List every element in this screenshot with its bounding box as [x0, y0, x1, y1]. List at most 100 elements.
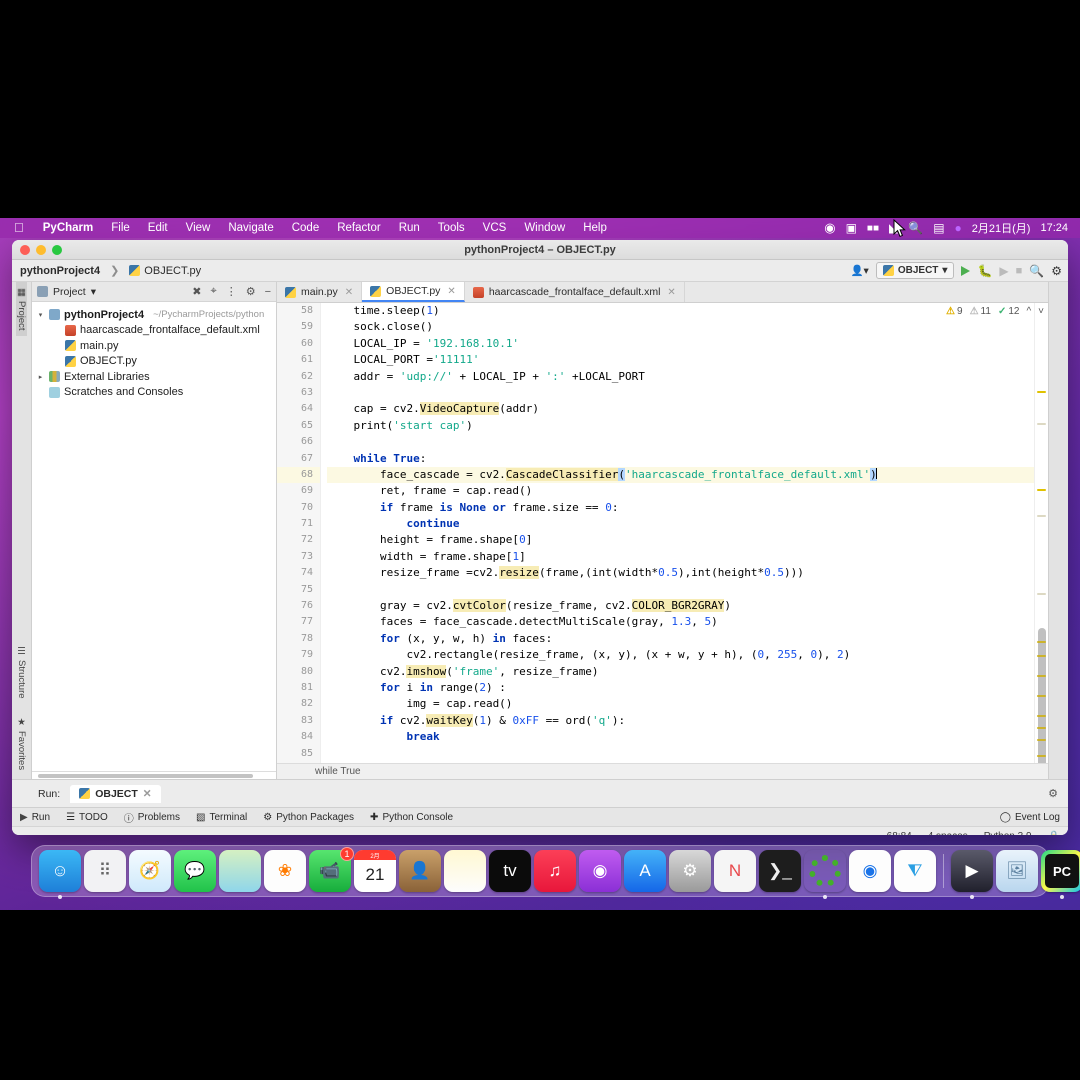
scrollbar-marker[interactable]: [1037, 489, 1046, 491]
dock-item-news[interactable]: N: [714, 850, 756, 892]
user-icon[interactable]: 👤▾: [850, 262, 868, 280]
battery-icon[interactable]: ■■: [867, 223, 879, 234]
line-number[interactable]: 81: [277, 680, 320, 696]
code-line[interactable]: for (x, y, w, h) in faces:: [327, 631, 1034, 647]
scrollbar-marker[interactable]: [1037, 655, 1046, 657]
code-line[interactable]: face_cascade = cv2.CascadeClassifier('ha…: [327, 466, 1034, 484]
sidebar-item-project[interactable]: ▦ Project: [16, 282, 27, 336]
line-number[interactable]: 84: [277, 729, 320, 745]
scrollbar-marker[interactable]: [1037, 423, 1046, 425]
scrollbar-marker[interactable]: [1037, 515, 1046, 517]
apple-menu-icon[interactable]: : [6, 218, 34, 238]
record-icon[interactable]: ◉: [824, 220, 835, 236]
dock-item-finder[interactable]: ☺: [39, 850, 81, 899]
code-line[interactable]: continue: [327, 516, 1034, 532]
line-number[interactable]: 64: [277, 401, 320, 417]
menu-item-code[interactable]: Code: [283, 218, 329, 238]
hide-icon[interactable]: ⌖: [210, 285, 216, 298]
dock-item-appletv[interactable]: tv: [489, 850, 531, 892]
line-number[interactable]: 61: [277, 352, 320, 368]
dock-item-facetime[interactable]: 📹 1: [309, 847, 354, 892]
code-line[interactable]: LOCAL_IP = '192.168.10.1': [327, 336, 1034, 352]
screen-icon[interactable]: ▣: [846, 221, 857, 235]
scrollbar-marker[interactable]: [1037, 755, 1046, 757]
line-number[interactable]: 59: [277, 319, 320, 335]
code-line[interactable]: [327, 746, 1034, 762]
next-highlight-icon[interactable]: ˅: [1038, 306, 1044, 317]
line-number[interactable]: 74: [277, 565, 320, 581]
caret-position[interactable]: 68:84: [887, 831, 912, 835]
inspection-widget[interactable]: ⚠ 9 ⚠ 11 ✓ 12 ^ ˅: [946, 306, 1044, 317]
line-number[interactable]: 65: [277, 418, 320, 434]
dock-item-music[interactable]: ♫: [534, 850, 576, 892]
scrollbar-marker[interactable]: [1037, 715, 1046, 717]
dock-item-preview[interactable]: 🖼: [996, 850, 1038, 892]
menu-item-refactor[interactable]: Refactor: [328, 218, 389, 238]
line-number-gutter[interactable]: 58 59 60 61 62 63 64 65 66 67 68 69 70 71 72 73 74 75 76 77…: [277, 303, 321, 763]
scrollbar-marker[interactable]: [1037, 593, 1046, 595]
line-number[interactable]: 69: [277, 483, 320, 499]
menu-item-vcs[interactable]: VCS: [474, 218, 516, 238]
editor-tab-main-py[interactable]: main.py ✕: [277, 282, 363, 302]
prev-highlight-icon[interactable]: ^: [1026, 306, 1031, 317]
dock-item-calendar[interactable]: 2月 21: [354, 850, 396, 892]
dock-item-quicktime[interactable]: ▶: [951, 850, 993, 899]
line-number[interactable]: 63: [277, 385, 320, 401]
project-panel-title[interactable]: Project: [53, 286, 86, 298]
code-line[interactable]: img = cap.read(): [327, 696, 1034, 712]
code-line[interactable]: height = frame.shape[0]: [327, 532, 1034, 548]
tool-tab-todo[interactable]: ☰ TODO: [66, 812, 108, 823]
tool-tab-python-packages[interactable]: ⚙ Python Packages: [263, 812, 354, 823]
tree-item-main-py[interactable]: main.py: [36, 338, 276, 354]
code-line[interactable]: [327, 385, 1034, 401]
code-line[interactable]: [327, 582, 1034, 598]
line-number[interactable]: 73: [277, 549, 320, 565]
sidebar-item-structure[interactable]: ☰ Structure: [16, 641, 27, 704]
interpreter-setting[interactable]: Python 3.9: [984, 831, 1032, 835]
menu-item-window[interactable]: Window: [515, 218, 574, 238]
menu-item-run[interactable]: Run: [390, 218, 429, 238]
code-line[interactable]: [327, 434, 1034, 450]
search-icon[interactable]: 🔍: [908, 221, 923, 235]
debug-icon[interactable]: 🐛: [977, 262, 992, 280]
line-number[interactable]: 68: [277, 466, 320, 484]
controlcenter-icon[interactable]: ▤: [933, 221, 944, 235]
line-number[interactable]: 62: [277, 369, 320, 385]
close-icon[interactable]: ✕: [143, 788, 152, 800]
chevron-down-icon[interactable]: ▾: [91, 286, 96, 298]
code-text[interactable]: time.sleep(1) sock.close() LOCAL_IP = '1…: [321, 303, 1034, 763]
code-line[interactable]: for i in range(2) :: [327, 680, 1034, 696]
code-line[interactable]: if cv2.waitKey(1) & 0xFF == ord('q'):: [327, 713, 1034, 729]
menu-item-pycharm[interactable]: PyCharm: [34, 218, 103, 238]
project-horizontal-scrollbar[interactable]: [32, 771, 276, 779]
line-number[interactable]: 77: [277, 614, 320, 630]
tree-item-external-libraries[interactable]: ▸ External Libraries: [36, 369, 276, 385]
dock-item-photos[interactable]: ❀: [264, 850, 306, 892]
menu-item-edit[interactable]: Edit: [139, 218, 177, 238]
dock-item-terminal[interactable]: ❯_: [759, 850, 801, 892]
tool-tab-problems[interactable]: ⓘ Problems: [124, 810, 180, 825]
scrollbar-marker[interactable]: [1037, 695, 1046, 697]
line-number[interactable]: 70: [277, 500, 320, 516]
line-number[interactable]: 82: [277, 696, 320, 712]
event-log-button[interactable]: ◯ Event Log: [1000, 812, 1060, 823]
line-number[interactable]: 75: [277, 582, 320, 598]
dock-item-maps[interactable]: [219, 850, 261, 892]
tree-item-object-py[interactable]: OBJECT.py: [36, 354, 276, 370]
tree-item-scratches-and-consoles[interactable]: Scratches and Consoles: [36, 385, 276, 401]
line-number[interactable]: 79: [277, 647, 320, 663]
scrollbar-marker[interactable]: [1037, 641, 1046, 643]
settings-gear-icon[interactable]: ⚙: [246, 285, 256, 298]
tool-tab-terminal[interactable]: ▧ Terminal: [196, 812, 247, 823]
code-line[interactable]: cap = cv2.VideoCapture(addr): [327, 401, 1034, 417]
indent-setting[interactable]: 4 spaces: [928, 831, 968, 835]
editor-tab-haarcascade-frontalface-default-xml[interactable]: haarcascade_frontalface_default.xml ✕: [465, 282, 685, 302]
line-number[interactable]: 83: [277, 713, 320, 729]
menu-item-view[interactable]: View: [177, 218, 220, 238]
code-line[interactable]: width = frame.shape[1]: [327, 549, 1034, 565]
menu-item-tools[interactable]: Tools: [429, 218, 474, 238]
breadcrumb-file[interactable]: OBJECT.py: [144, 265, 201, 277]
scrollbar-marker[interactable]: [1037, 727, 1046, 729]
dock-item-podcasts[interactable]: ◉: [579, 850, 621, 892]
tool-tab-python-console[interactable]: ✚ Python Console: [370, 812, 453, 823]
